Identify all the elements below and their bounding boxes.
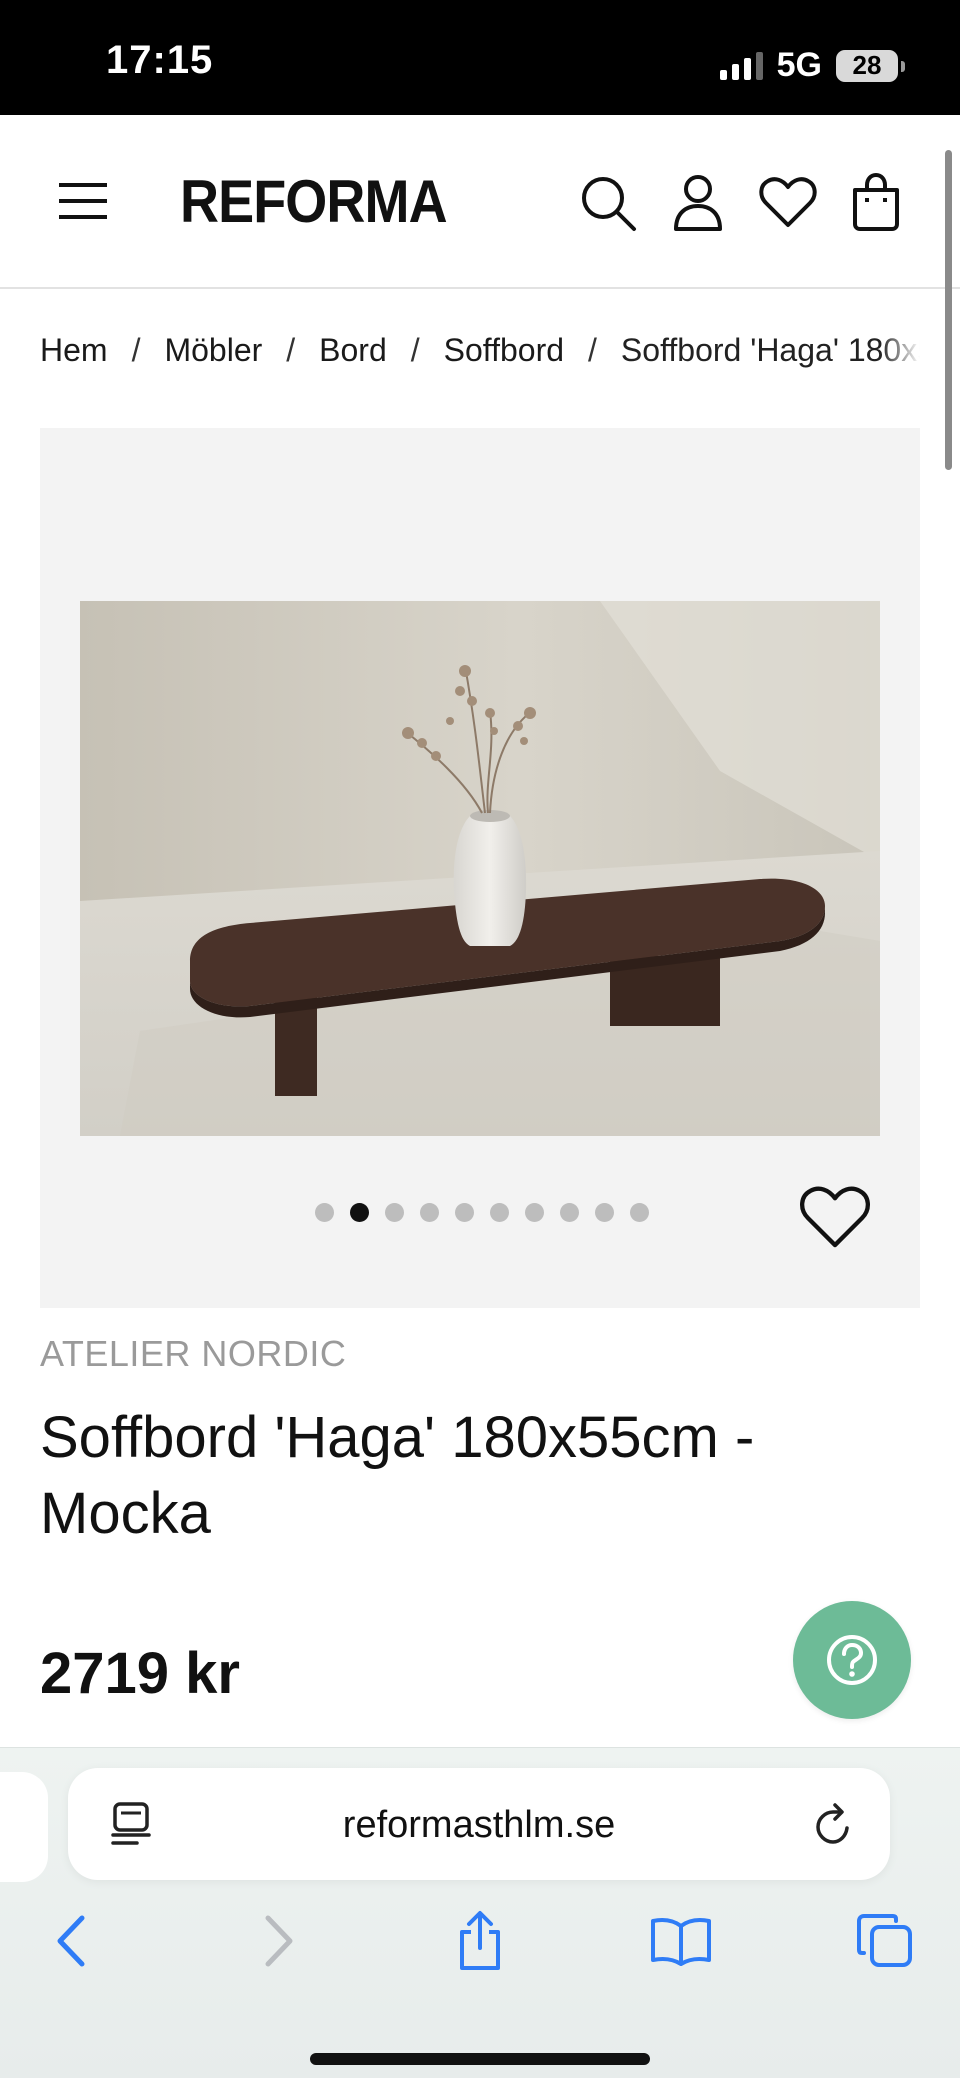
help-icon — [827, 1635, 877, 1685]
breadcrumb-separator: / — [131, 331, 141, 368]
menu-icon — [59, 183, 107, 219]
status-bar: 17:15 5G 28 — [0, 0, 960, 115]
search-button[interactable] — [574, 169, 642, 237]
bookmarks-icon — [651, 1918, 711, 1966]
breadcrumb-item-soffbord[interactable]: Soffbord — [444, 332, 564, 369]
forward-icon — [265, 1915, 293, 1967]
cart-button[interactable] — [842, 167, 910, 237]
carousel-dot[interactable] — [630, 1203, 649, 1222]
previous-tab-preview[interactable] — [0, 1772, 48, 1882]
wishlist-button[interactable] — [754, 169, 822, 237]
breadcrumb-item-current: Soffbord 'Haga' 180x55cm - Mocka — [620, 331, 920, 368]
breadcrumb-item-bord[interactable]: Bord — [319, 332, 387, 369]
product-image[interactable] — [80, 601, 880, 1136]
site-logo[interactable]: REFORMA — [180, 167, 448, 236]
carousel-dot[interactable] — [315, 1203, 334, 1222]
url-text[interactable]: reformasthlm.se — [188, 1804, 770, 1847]
carousel-dot[interactable] — [560, 1203, 579, 1222]
product-price: 2719 kr — [40, 1641, 240, 1706]
carousel-dot[interactable] — [595, 1203, 614, 1222]
back-icon — [57, 1915, 85, 1967]
product-brand[interactable]: ATELIER NORDIC — [40, 1333, 346, 1375]
bag-icon — [853, 172, 899, 231]
carousel-dots[interactable] — [315, 1203, 649, 1222]
carousel-dot[interactable] — [385, 1203, 404, 1222]
breadcrumb: Hem / Möbler / Bord / Soffbord / Soffbor… — [40, 328, 920, 372]
page-settings-icon[interactable] — [106, 1798, 156, 1850]
carousel-dot[interactable] — [420, 1203, 439, 1222]
back-button[interactable] — [36, 1906, 106, 1976]
network-type: 5G — [776, 46, 822, 84]
help-button[interactable] — [793, 1601, 911, 1719]
carousel-dot[interactable] — [525, 1203, 544, 1222]
carousel-dot[interactable] — [455, 1203, 474, 1222]
breadcrumb-item-mobler[interactable]: Möbler — [164, 332, 262, 369]
bookmarks-button[interactable] — [646, 1906, 716, 1976]
status-time: 17:15 — [106, 38, 214, 82]
home-indicator[interactable] — [310, 2053, 650, 2065]
account-button[interactable] — [664, 169, 732, 237]
carousel-dot-active[interactable] — [350, 1203, 369, 1222]
add-to-wishlist-button[interactable] — [796, 1183, 874, 1253]
search-icon — [582, 177, 636, 231]
menu-button[interactable] — [48, 171, 118, 231]
status-indicators: 5G 28 — [719, 46, 905, 85]
breadcrumb-separator: / — [410, 331, 420, 368]
heart-icon — [800, 1186, 870, 1248]
tabs-button[interactable] — [850, 1906, 920, 1976]
breadcrumb-item-home[interactable]: Hem — [40, 332, 108, 369]
scroll-indicator — [945, 150, 952, 470]
site-header: REFORMA — [0, 115, 960, 289]
carousel-dot[interactable] — [490, 1203, 509, 1222]
share-icon — [460, 1911, 500, 1970]
forward-button[interactable] — [244, 1906, 314, 1976]
breadcrumb-separator: / — [286, 331, 296, 368]
product-title: Soffbord 'Haga' 180x55cm - Mocka — [40, 1405, 755, 1546]
heart-icon — [759, 177, 817, 227]
share-button[interactable] — [445, 1906, 515, 1976]
breadcrumb-separator: / — [588, 331, 597, 368]
signal-icon — [719, 51, 763, 80]
battery-icon: 28 — [836, 49, 905, 82]
browser-toolbar: reformasthlm.se — [0, 1747, 960, 2078]
reload-icon[interactable] — [808, 1798, 860, 1850]
address-bar[interactable]: reformasthlm.se — [68, 1768, 890, 1880]
tabs-icon — [857, 1914, 912, 1967]
product-gallery[interactable] — [40, 428, 920, 1308]
account-icon — [674, 175, 722, 231]
battery-level: 28 — [852, 50, 882, 80]
